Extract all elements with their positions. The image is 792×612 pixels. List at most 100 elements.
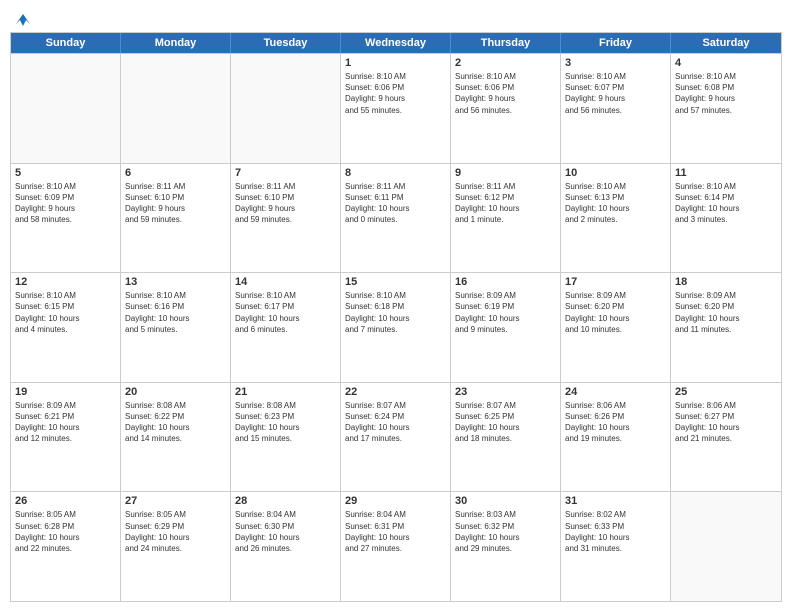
day-info: Sunrise: 8:04 AM Sunset: 6:30 PM Dayligh… bbox=[235, 509, 336, 554]
header-wednesday: Wednesday bbox=[341, 33, 451, 53]
calendar-cell-4-6 bbox=[671, 492, 781, 601]
day-info: Sunrise: 8:06 AM Sunset: 6:26 PM Dayligh… bbox=[565, 400, 666, 445]
calendar-cell-2-1: 13 Sunrise: 8:10 AM Sunset: 6:16 PM Dayli… bbox=[121, 273, 231, 382]
day-number: 12 bbox=[15, 276, 116, 288]
day-info: Sunrise: 8:11 AM Sunset: 6:10 PM Dayligh… bbox=[235, 181, 336, 226]
header-tuesday: Tuesday bbox=[231, 33, 341, 53]
header-thursday: Thursday bbox=[451, 33, 561, 53]
calendar-cell-0-1 bbox=[121, 54, 231, 163]
header-saturday: Saturday bbox=[671, 33, 781, 53]
calendar-cell-3-1: 20Sunrise: 8:08 AM Sunset: 6:22 PM Dayli… bbox=[121, 383, 231, 492]
day-number: 20 bbox=[125, 386, 226, 398]
day-info: Sunrise: 8:10 AM Sunset: 6:07 PM Dayligh… bbox=[565, 71, 666, 116]
day-number: 13 bbox=[125, 276, 226, 288]
calendar-cell-0-4: 2 Sunrise: 8:10 AM Sunset: 6:06 PM Daylig… bbox=[451, 54, 561, 163]
day-info: Sunrise: 8:10 AM Sunset: 6:14 PM Dayligh… bbox=[675, 181, 777, 226]
calendar-cell-0-3: 1 Sunrise: 8:10 AM Sunset: 6:06 PM Daylig… bbox=[341, 54, 451, 163]
day-number: 8 bbox=[345, 167, 446, 179]
day-number: 9 bbox=[455, 167, 556, 179]
calendar-cell-0-6: 4Sunrise: 8:10 AM Sunset: 6:08 PM Daylig… bbox=[671, 54, 781, 163]
calendar-cell-4-3: 29 Sunrise: 8:04 AM Sunset: 6:31 PM Dayli… bbox=[341, 492, 451, 601]
calendar-cell-2-4: 16 Sunrise: 8:09 AM Sunset: 6:19 PM Dayli… bbox=[451, 273, 561, 382]
calendar-cell-3-5: 24 Sunrise: 8:06 AM Sunset: 6:26 PM Dayli… bbox=[561, 383, 671, 492]
calendar-cell-4-1: 27Sunrise: 8:05 AM Sunset: 6:29 PM Dayli… bbox=[121, 492, 231, 601]
day-number: 25 bbox=[675, 386, 777, 398]
day-info: Sunrise: 8:07 AM Sunset: 6:24 PM Dayligh… bbox=[345, 400, 446, 445]
day-number: 10 bbox=[565, 167, 666, 179]
day-number: 14 bbox=[235, 276, 336, 288]
day-info: Sunrise: 8:10 AM Sunset: 6:16 PM Dayligh… bbox=[125, 290, 226, 335]
calendar: Sunday Monday Tuesday Wednesday Thursday… bbox=[10, 32, 782, 602]
logo-bird-icon bbox=[12, 10, 34, 28]
calendar-cell-1-5: 10 Sunrise: 8:10 AM Sunset: 6:13 PM Dayli… bbox=[561, 164, 671, 273]
calendar-cell-4-2: 28Sunrise: 8:04 AM Sunset: 6:30 PM Dayli… bbox=[231, 492, 341, 601]
calendar-cell-1-1: 6 Sunrise: 8:11 AM Sunset: 6:10 PM Daylig… bbox=[121, 164, 231, 273]
calendar-cell-0-2 bbox=[231, 54, 341, 163]
day-info: Sunrise: 8:10 AM Sunset: 6:06 PM Dayligh… bbox=[455, 71, 556, 116]
calendar-cell-3-2: 21Sunrise: 8:08 AM Sunset: 6:23 PM Dayli… bbox=[231, 383, 341, 492]
calendar-cell-0-0 bbox=[11, 54, 121, 163]
day-number: 22 bbox=[345, 386, 446, 398]
header-friday: Friday bbox=[561, 33, 671, 53]
day-number: 16 bbox=[455, 276, 556, 288]
header bbox=[10, 10, 782, 24]
day-info: Sunrise: 8:03 AM Sunset: 6:32 PM Dayligh… bbox=[455, 509, 556, 554]
day-number: 1 bbox=[345, 57, 446, 69]
day-info: Sunrise: 8:11 AM Sunset: 6:10 PM Dayligh… bbox=[125, 181, 226, 226]
calendar-week-4: 19 Sunrise: 8:09 AM Sunset: 6:21 PM Dayli… bbox=[11, 382, 781, 492]
day-number: 29 bbox=[345, 495, 446, 507]
day-info: Sunrise: 8:07 AM Sunset: 6:25 PM Dayligh… bbox=[455, 400, 556, 445]
header-sunday: Sunday bbox=[11, 33, 121, 53]
calendar-cell-1-2: 7 Sunrise: 8:11 AM Sunset: 6:10 PM Daylig… bbox=[231, 164, 341, 273]
calendar-body: 1 Sunrise: 8:10 AM Sunset: 6:06 PM Daylig… bbox=[11, 53, 781, 601]
day-info: Sunrise: 8:05 AM Sunset: 6:29 PM Dayligh… bbox=[125, 509, 226, 554]
calendar-cell-4-5: 31 Sunrise: 8:02 AM Sunset: 6:33 PM Dayli… bbox=[561, 492, 671, 601]
day-number: 31 bbox=[565, 495, 666, 507]
day-number: 18 bbox=[675, 276, 777, 288]
day-info: Sunrise: 8:10 AM Sunset: 6:15 PM Dayligh… bbox=[15, 290, 116, 335]
calendar-cell-0-5: 3 Sunrise: 8:10 AM Sunset: 6:07 PM Daylig… bbox=[561, 54, 671, 163]
calendar-week-2: 5Sunrise: 8:10 AM Sunset: 6:09 PM Daylig… bbox=[11, 163, 781, 273]
calendar-cell-1-4: 9 Sunrise: 8:11 AM Sunset: 6:12 PM Daylig… bbox=[451, 164, 561, 273]
calendar-cell-2-2: 14 Sunrise: 8:10 AM Sunset: 6:17 PM Dayli… bbox=[231, 273, 341, 382]
calendar-cell-2-0: 12 Sunrise: 8:10 AM Sunset: 6:15 PM Dayli… bbox=[11, 273, 121, 382]
day-number: 17 bbox=[565, 276, 666, 288]
calendar-cell-1-6: 11Sunrise: 8:10 AM Sunset: 6:14 PM Dayli… bbox=[671, 164, 781, 273]
calendar-cell-2-3: 15 Sunrise: 8:10 AM Sunset: 6:18 PM Dayli… bbox=[341, 273, 451, 382]
day-info: Sunrise: 8:10 AM Sunset: 6:17 PM Dayligh… bbox=[235, 290, 336, 335]
calendar-cell-4-4: 30 Sunrise: 8:03 AM Sunset: 6:32 PM Dayli… bbox=[451, 492, 561, 601]
day-number: 19 bbox=[15, 386, 116, 398]
day-info: Sunrise: 8:09 AM Sunset: 6:21 PM Dayligh… bbox=[15, 400, 116, 445]
day-info: Sunrise: 8:11 AM Sunset: 6:12 PM Dayligh… bbox=[455, 181, 556, 226]
calendar-week-1: 1 Sunrise: 8:10 AM Sunset: 6:06 PM Daylig… bbox=[11, 53, 781, 163]
day-info: Sunrise: 8:02 AM Sunset: 6:33 PM Dayligh… bbox=[565, 509, 666, 554]
day-info: Sunrise: 8:09 AM Sunset: 6:20 PM Dayligh… bbox=[675, 290, 777, 335]
day-number: 23 bbox=[455, 386, 556, 398]
day-info: Sunrise: 8:10 AM Sunset: 6:13 PM Dayligh… bbox=[565, 181, 666, 226]
day-info: Sunrise: 8:09 AM Sunset: 6:19 PM Dayligh… bbox=[455, 290, 556, 335]
day-number: 3 bbox=[565, 57, 666, 69]
calendar-cell-3-0: 19 Sunrise: 8:09 AM Sunset: 6:21 PM Dayli… bbox=[11, 383, 121, 492]
calendar-cell-1-3: 8 Sunrise: 8:11 AM Sunset: 6:11 PM Daylig… bbox=[341, 164, 451, 273]
page: Sunday Monday Tuesday Wednesday Thursday… bbox=[0, 0, 792, 612]
calendar-week-3: 12 Sunrise: 8:10 AM Sunset: 6:15 PM Dayli… bbox=[11, 272, 781, 382]
day-info: Sunrise: 8:04 AM Sunset: 6:31 PM Dayligh… bbox=[345, 509, 446, 554]
day-number: 6 bbox=[125, 167, 226, 179]
day-number: 15 bbox=[345, 276, 446, 288]
day-info: Sunrise: 8:10 AM Sunset: 6:18 PM Dayligh… bbox=[345, 290, 446, 335]
day-info: Sunrise: 8:05 AM Sunset: 6:28 PM Dayligh… bbox=[15, 509, 116, 554]
day-number: 30 bbox=[455, 495, 556, 507]
day-info: Sunrise: 8:10 AM Sunset: 6:06 PM Dayligh… bbox=[345, 71, 446, 116]
calendar-cell-3-3: 22 Sunrise: 8:07 AM Sunset: 6:24 PM Dayli… bbox=[341, 383, 451, 492]
day-number: 2 bbox=[455, 57, 556, 69]
day-number: 21 bbox=[235, 386, 336, 398]
day-info: Sunrise: 8:09 AM Sunset: 6:20 PM Dayligh… bbox=[565, 290, 666, 335]
day-number: 24 bbox=[565, 386, 666, 398]
day-number: 4 bbox=[675, 57, 777, 69]
calendar-week-5: 26Sunrise: 8:05 AM Sunset: 6:28 PM Dayli… bbox=[11, 491, 781, 601]
header-monday: Monday bbox=[121, 33, 231, 53]
day-number: 7 bbox=[235, 167, 336, 179]
logo bbox=[10, 10, 34, 24]
calendar-cell-1-0: 5Sunrise: 8:10 AM Sunset: 6:09 PM Daylig… bbox=[11, 164, 121, 273]
day-info: Sunrise: 8:11 AM Sunset: 6:11 PM Dayligh… bbox=[345, 181, 446, 226]
